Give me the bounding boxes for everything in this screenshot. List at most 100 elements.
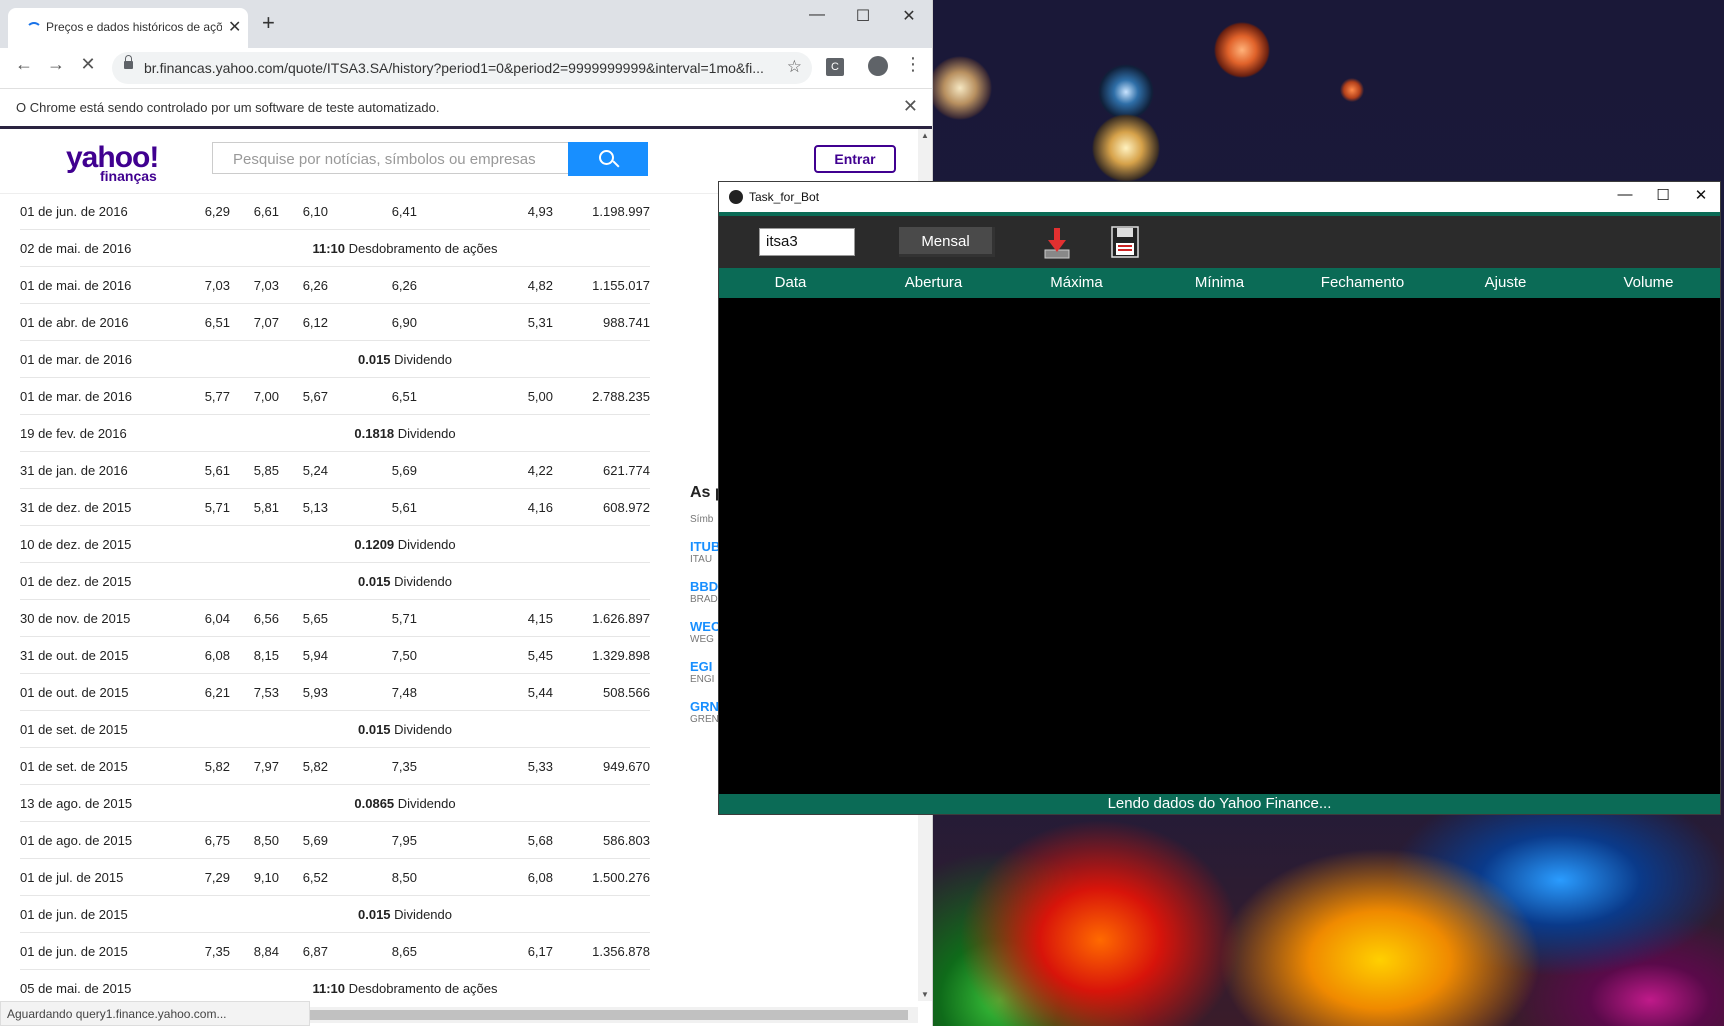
column-header[interactable]: Fechamento (1291, 274, 1434, 291)
row-open: 6,51 (160, 303, 230, 341)
column-header[interactable]: Mínima (1148, 274, 1291, 291)
row-low: 6,26 (279, 266, 328, 304)
search-input[interactable]: Pesquise por notícias, símbolos ou empre… (212, 142, 568, 174)
stop-loading-icon[interactable]: ✕ (74, 54, 102, 75)
column-header[interactable]: Máxima (1005, 274, 1148, 291)
extension-icon[interactable]: C (826, 58, 844, 76)
ticker-input[interactable]: itsa3 (759, 228, 855, 256)
maximize-button[interactable]: ☐ (840, 6, 886, 26)
table-row: 02 de mai. de 2016 11:10 Desdobramento de… (20, 229, 650, 267)
row-date: 01 de ago. de 2015 (20, 821, 160, 859)
table-row: 31 de out. de 2015 6,08 8,15 5,94 7,50 5,45 1.… (20, 636, 650, 674)
status-bar: Aguardando query1.finance.yahoo.com... (0, 1001, 310, 1026)
row-date: 13 de ago. de 2015 (20, 784, 160, 822)
row-date: 05 de mai. de 2015 (20, 969, 160, 1001)
row-vol: 508.566 (553, 673, 650, 711)
table-row: 01 de set. de 2015 0.015 Dividendo (20, 710, 650, 748)
row-low: 6,52 (279, 858, 328, 896)
yahoo-finance-logo[interactable]: yahoo! finanças (66, 143, 159, 184)
search-button[interactable] (568, 142, 648, 176)
row-close: 6,41 (328, 193, 417, 230)
minimize-button[interactable]: — (794, 6, 840, 24)
row-event: 0.015 Dividendo (160, 710, 650, 748)
row-date: 01 de jun. de 2015 (20, 895, 160, 933)
table-row: 30 de nov. de 2015 6,04 6,56 5,65 5,71 4,15 1.… (20, 599, 650, 637)
app-minimize-button[interactable]: — (1605, 186, 1645, 203)
horizontal-scrollbar[interactable] (310, 1007, 918, 1023)
row-open: 7,03 (160, 266, 230, 304)
row-open: 5,77 (160, 377, 230, 415)
row-low: 5,24 (279, 451, 328, 489)
row-event: 0.015 Dividendo (160, 895, 650, 933)
row-date: 01 de abr. de 2016 (20, 303, 160, 341)
row-event: 11:10 Desdobramento de ações (160, 969, 650, 1001)
profile-avatar-icon[interactable] (868, 56, 888, 76)
browser-toolbar: ← → ✕ br.financas.yahoo.com/quote/ITSA3.… (0, 48, 932, 89)
row-date: 10 de dez. de 2015 (20, 525, 160, 563)
event-label: Dividendo (394, 721, 452, 737)
row-open: 6,08 (160, 636, 230, 674)
lock-icon (124, 55, 133, 69)
app-close-button[interactable]: ✕ (1681, 186, 1721, 204)
row-adj: 5,44 (417, 673, 553, 711)
row-close: 6,51 (328, 377, 417, 415)
row-open: 5,61 (160, 451, 230, 489)
horizontal-scroll-thumb[interactable] (310, 1010, 908, 1020)
row-vol: 988.741 (553, 303, 650, 341)
row-high: 8,15 (230, 636, 279, 674)
row-close: 7,50 (328, 636, 417, 674)
row-low: 5,67 (279, 377, 328, 415)
infobar-close-icon[interactable]: ✕ (903, 96, 918, 117)
period-button[interactable]: Mensal (899, 227, 995, 257)
tab-title: Preços e dados históricos de açõ (46, 20, 222, 34)
app-maximize-button[interactable]: ☐ (1643, 186, 1683, 204)
scroll-up-icon[interactable]: ▲ (921, 131, 929, 140)
search-icon (599, 150, 614, 165)
row-open: 6,04 (160, 599, 230, 637)
column-header[interactable]: Volume (1577, 274, 1720, 291)
row-open: 6,75 (160, 821, 230, 859)
app-toolbar: itsa3 Mensal (719, 216, 1720, 268)
app-table-header: Data Abertura Máxima Mínima Fechamento Ajuste… (719, 268, 1720, 298)
event-label: Dividendo (397, 425, 456, 441)
browser-menu-icon[interactable]: ⋮ (904, 54, 922, 75)
row-date: 01 de jul. de 2015 (20, 858, 160, 896)
download-arrow-icon[interactable] (1043, 226, 1071, 260)
row-open: 7,29 (160, 858, 230, 896)
floppy-disk-icon[interactable] (1111, 226, 1139, 258)
bookmark-star-icon[interactable]: ☆ (787, 57, 802, 77)
column-header[interactable]: Abertura (862, 274, 1005, 291)
row-high: 7,03 (230, 266, 279, 304)
event-value: 0.1209 (354, 536, 395, 552)
url-text[interactable]: br.financas.yahoo.com/quote/ITSA3.SA/his… (144, 60, 774, 76)
row-adj: 5,00 (417, 377, 553, 415)
back-arrow-icon[interactable]: ← (10, 54, 38, 75)
row-close: 7,48 (328, 673, 417, 711)
row-close: 6,90 (328, 303, 417, 341)
new-tab-button[interactable]: + (262, 10, 275, 36)
close-window-button[interactable]: ✕ (886, 6, 932, 26)
forward-arrow-icon[interactable]: → (42, 54, 70, 75)
row-event: 0.1209 Dividendo (160, 525, 650, 563)
event-value: 0.015 (358, 351, 391, 367)
table-row: 01 de jun. de 2015 0.015 Dividendo (20, 895, 650, 933)
login-button[interactable]: Entrar (814, 145, 896, 173)
table-row: 01 de set. de 2015 5,82 7,97 5,82 7,35 5,33 94… (20, 747, 650, 785)
table-row: 01 de mar. de 2016 0.015 Dividendo (20, 340, 650, 378)
browser-tab[interactable]: Preços e dados históricos de açõ ✕ (8, 8, 248, 48)
row-high: 7,97 (230, 747, 279, 785)
column-header[interactable]: Data (719, 274, 862, 291)
row-open: 7,35 (160, 932, 230, 970)
event-value: 0.0865 (354, 795, 395, 811)
app-titlebar: Task_for_Bot — ☐ ✕ (719, 182, 1720, 212)
row-close: 7,95 (328, 821, 417, 859)
row-open: 6,21 (160, 673, 230, 711)
address-bar[interactable]: br.financas.yahoo.com/quote/ITSA3.SA/his… (112, 52, 812, 84)
row-high: 8,50 (230, 821, 279, 859)
tab-close-icon[interactable]: ✕ (228, 17, 241, 37)
table-row: 05 de mai. de 2015 11:10 Desdobramento de… (20, 969, 650, 1001)
table-row: 31 de dez. de 2015 5,71 5,81 5,13 5,61 4,16 60… (20, 488, 650, 526)
scroll-down-icon[interactable]: ▼ (921, 990, 929, 999)
row-close: 5,69 (328, 451, 417, 489)
column-header[interactable]: Ajuste (1434, 274, 1577, 291)
